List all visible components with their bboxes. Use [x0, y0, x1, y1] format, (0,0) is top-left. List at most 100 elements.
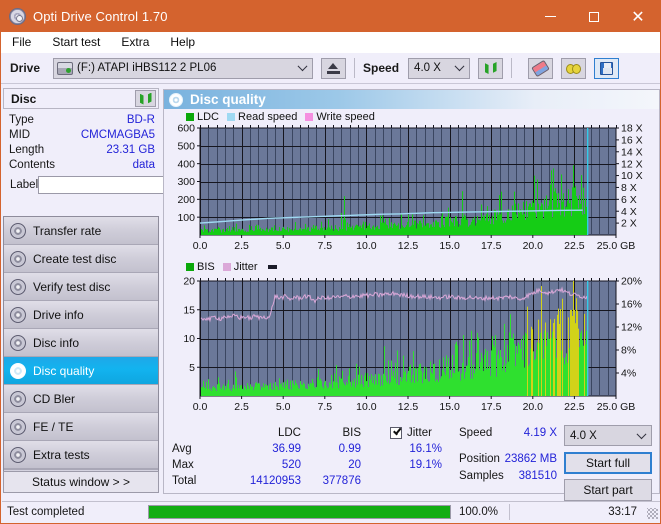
left-panel: Disc Type BD-R MID CMCMAGBA5 Length 23.3… [2, 86, 241, 494]
sidebar-item-verify-test-disc[interactable]: Verify test disc [4, 273, 158, 301]
start-part-button[interactable]: Start part [564, 479, 652, 501]
svg-text:17.5: 17.5 [481, 401, 502, 413]
legend-write-speed: Write speed [305, 111, 375, 123]
test-speed-select[interactable]: 4.0 X [564, 425, 652, 446]
sidebar-item-create-test-disc[interactable]: Create test disc [4, 245, 158, 273]
menu-file[interactable]: File [10, 34, 33, 50]
sidebar-item-label: Create test disc [33, 251, 117, 266]
tools-button[interactable] [561, 57, 587, 79]
sidebar-item-label: Disc info [33, 335, 80, 350]
disc-quality-icon [169, 92, 183, 107]
svg-text:10: 10 [183, 333, 195, 345]
speed-select[interactable]: 4.0 X [408, 57, 471, 79]
disc-icon [10, 222, 26, 239]
svg-text:4 X: 4 X [621, 206, 637, 218]
speed-select-value: 4.0 X [414, 62, 441, 74]
svg-text:5.0: 5.0 [276, 401, 291, 413]
disc-quality-panel: Disc quality LDC Read speed Write speed … [163, 89, 660, 501]
stats-samples-value: 381510 [518, 470, 557, 482]
svg-text:10.0: 10.0 [356, 240, 377, 252]
svg-text:400: 400 [177, 158, 195, 170]
svg-text:500: 500 [177, 140, 195, 152]
sidebar-item-disc-info[interactable]: Disc info [4, 329, 158, 357]
save-button[interactable] [594, 57, 620, 79]
svg-text:12.5: 12.5 [398, 401, 419, 413]
eject-button[interactable] [321, 57, 347, 79]
minimize-button[interactable] [528, 1, 572, 32]
disc-icon [10, 418, 26, 435]
disc-length-label: Length [9, 144, 45, 156]
menu-start-test[interactable]: Start test [50, 34, 102, 50]
jitter-label: Jitter [407, 427, 432, 439]
status-window-button[interactable]: Status window > > [3, 471, 159, 493]
legend-read-speed: Read speed [227, 111, 297, 123]
legend-label: Write speed [316, 110, 375, 123]
close-button[interactable]: ✕ [616, 1, 660, 32]
sidebar-item-label: Disc quality [33, 363, 95, 378]
speed-label: Speed [363, 61, 400, 75]
refresh-icon [139, 92, 153, 106]
sidebar-item-label: FE / TE [33, 419, 74, 434]
stats-speed-value: 4.19 X [523, 427, 557, 439]
svg-text:20.0: 20.0 [523, 240, 544, 252]
legend-marker-icon [267, 264, 277, 269]
svg-text:8%: 8% [621, 345, 636, 357]
save-icon [600, 61, 614, 75]
stats-jitter-max: 19.1% [409, 459, 442, 471]
svg-text:6 X: 6 X [621, 194, 637, 206]
sidebar-item-disc-quality[interactable]: Disc quality [4, 357, 158, 385]
drive-select[interactable]: (F:) ATAPI iHBS112 2 PL06 [53, 57, 314, 79]
svg-text:20: 20 [183, 276, 195, 288]
panel-header: Disc quality [164, 90, 659, 109]
stats-ldc-avg: 36.99 [272, 443, 301, 455]
app-window: Opti Drive Control 1.70 ✕ File Start tes… [0, 0, 661, 524]
legend-label: BIS [197, 260, 215, 273]
svg-text:12 X: 12 X [621, 158, 643, 170]
disc-icon [9, 8, 26, 25]
menu-extra[interactable]: Extra [119, 34, 151, 50]
status-bar: Test completed 100.0% 33:17 [2, 501, 660, 522]
glasses-icon [566, 62, 582, 74]
svg-text:10.0: 10.0 [356, 401, 377, 413]
legend-swatch-icon [227, 112, 236, 121]
eject-icon [327, 62, 341, 74]
legend-swatch-icon [186, 262, 194, 271]
svg-text:15.0: 15.0 [439, 401, 460, 413]
svg-text:20%: 20% [621, 276, 642, 288]
svg-text:7.5: 7.5 [317, 401, 332, 413]
maximize-button[interactable] [572, 1, 616, 32]
svg-text:2.5: 2.5 [234, 240, 249, 252]
stats-jitter-avg: 16.1% [409, 443, 442, 455]
stats-position-value: 23862 MB [504, 453, 557, 465]
sidebar-item-cd-bler[interactable]: CD Bler [4, 385, 158, 413]
svg-text:2.5: 2.5 [234, 401, 249, 413]
svg-text:16%: 16% [621, 299, 642, 311]
disc-label-row: Label [9, 175, 241, 195]
svg-text:0.0: 0.0 [193, 240, 208, 252]
disc-info-row-mid: MID CMCMAGBA5 [9, 128, 155, 143]
erase-button[interactable] [528, 57, 554, 79]
start-full-button[interactable]: Start full [564, 452, 652, 474]
svg-text:17.5: 17.5 [481, 240, 502, 252]
sidebar-item-fe-te[interactable]: FE / TE [4, 413, 158, 441]
svg-text:5.0: 5.0 [276, 240, 291, 252]
sidebar-item-drive-info[interactable]: Drive info [4, 301, 158, 329]
disc-icon [10, 278, 26, 295]
sidebar-item-transfer-rate[interactable]: Transfer rate [4, 217, 158, 245]
legend-swatch-icon [186, 112, 194, 121]
menu-help[interactable]: Help [168, 34, 197, 50]
bis-jitter-chart[interactable]: 5 10 15 20 4% 8% 12% 16% 20% 0.0 2.5 5.0 7.5 10.0 12.5… [164, 273, 659, 418]
status-text: Test completed [7, 506, 85, 518]
jitter-checkbox[interactable] [390, 427, 402, 439]
sidebar-item-extra-tests[interactable]: Extra tests [4, 441, 158, 469]
disc-label-label: Label [10, 179, 39, 191]
stats-ldc-total: 14120953 [249, 475, 301, 487]
test-speed-value: 4.0 X [570, 429, 597, 442]
disc-refresh-button[interactable] [135, 90, 156, 107]
resize-grip[interactable] [647, 508, 658, 519]
ldc-chart[interactable]: 100 200 300 400 500 600 2 X4 X6 X8 X 10 X 12 X 14… [164, 122, 659, 257]
svg-text:12.5: 12.5 [398, 240, 419, 252]
disc-contents-value: data [132, 159, 155, 171]
refresh-button[interactable] [478, 57, 504, 79]
svg-text:100: 100 [177, 212, 195, 224]
